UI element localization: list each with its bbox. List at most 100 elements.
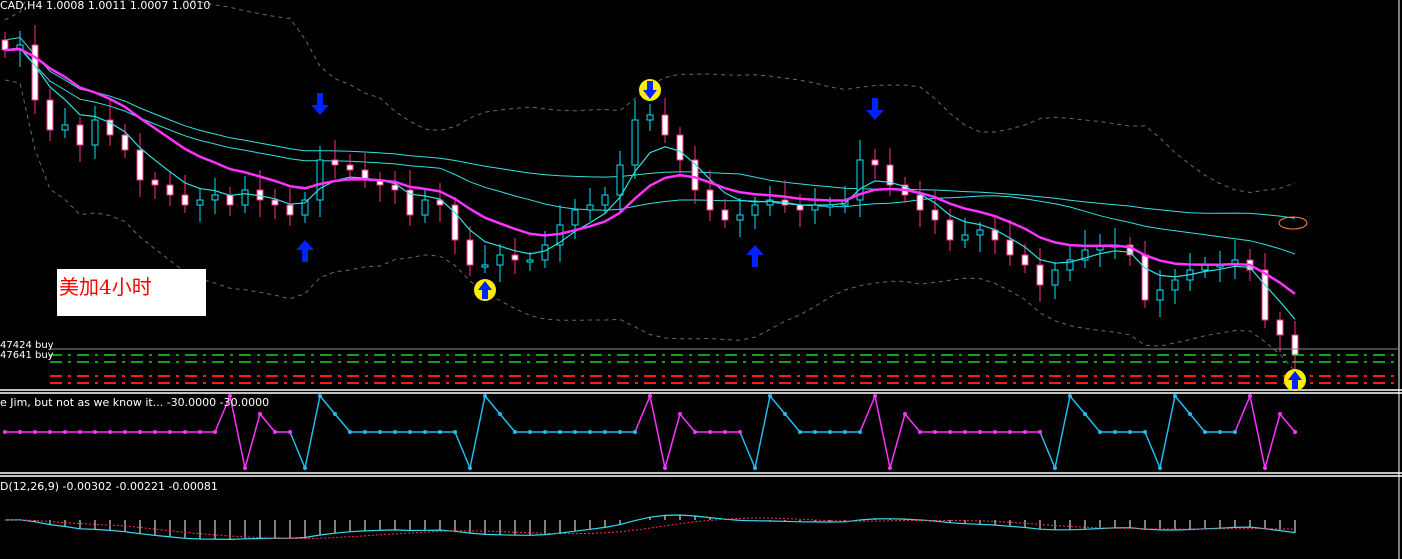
jim-point: [63, 430, 67, 434]
jim-point: [903, 412, 907, 416]
annotation-box: 美加4小时: [57, 269, 206, 316]
jim-point: [18, 430, 22, 434]
jim-point: [633, 430, 637, 434]
jim-point: [108, 430, 112, 434]
jim-segment: [1174, 395, 1191, 415]
candle-body: [796, 204, 804, 211]
jim-segment: [784, 413, 801, 433]
jim-point: [693, 430, 697, 434]
candle-body: [961, 234, 969, 241]
jim-point: [1293, 430, 1297, 434]
jim-segment: [739, 431, 756, 469]
jim-segment: [1054, 395, 1071, 469]
candle-body: [511, 254, 519, 261]
arrow-up-icon: [296, 240, 314, 262]
candle-body: [136, 149, 144, 181]
candle-body: [31, 44, 39, 101]
jim-point: [558, 430, 562, 434]
price-chart: [0, 0, 1402, 559]
jim-segment: [649, 395, 666, 469]
candle-body: [526, 259, 534, 263]
candle-body: [271, 199, 279, 206]
candle-body: [196, 199, 204, 206]
jim-point: [453, 430, 457, 434]
jim-point: [708, 430, 712, 434]
jim-point: [243, 466, 247, 470]
jim-segment: [1279, 413, 1296, 433]
candle-body: [121, 134, 129, 151]
jim-segment: [499, 413, 516, 433]
jim-point: [1173, 394, 1177, 398]
jim-point: [513, 430, 517, 434]
candle-body: [1021, 254, 1029, 266]
jim-segment: [1144, 431, 1161, 469]
jim-segment: [904, 413, 921, 433]
jim-point: [648, 394, 652, 398]
jim-segment: [319, 395, 336, 415]
jim-segment: [1189, 413, 1206, 433]
jim-point: [753, 466, 757, 470]
jim-segment: [1069, 395, 1086, 415]
candle-body: [1141, 254, 1149, 301]
jim-point: [1158, 466, 1162, 470]
jim-point: [1023, 430, 1027, 434]
jim-point: [303, 466, 307, 470]
candle-body: [91, 119, 99, 146]
jim-point: [543, 430, 547, 434]
candle-body: [541, 244, 549, 261]
jim-point: [1143, 430, 1147, 434]
candle-body: [661, 114, 669, 136]
jim-segment: [1264, 413, 1281, 469]
jim-point: [408, 430, 412, 434]
jim-point: [348, 430, 352, 434]
jim-point: [618, 430, 622, 434]
jim-point: [33, 430, 37, 434]
candle-body: [1291, 334, 1299, 356]
jim-point: [318, 394, 322, 398]
candle-body: [916, 194, 924, 211]
jim-point: [423, 430, 427, 434]
candle-body: [166, 184, 174, 196]
jim-point: [588, 430, 592, 434]
jim-point: [1278, 412, 1282, 416]
jim-point: [1038, 430, 1042, 434]
ma-30-line: [4, 46, 1296, 255]
jim-point: [1053, 466, 1057, 470]
jim-point: [468, 466, 472, 470]
candle-body: [316, 159, 324, 201]
jim-segment: [1234, 395, 1251, 433]
candle-body: [946, 219, 954, 241]
candle-body: [571, 209, 579, 226]
candle-body: [1261, 269, 1269, 321]
jim-point: [1263, 466, 1267, 470]
jim-point: [678, 412, 682, 416]
order-label-2[interactable]: 47641 buy: [0, 350, 54, 362]
jim-point: [813, 430, 817, 434]
candle-body: [976, 229, 984, 236]
candle-body: [646, 114, 654, 121]
candle-body: [466, 239, 474, 266]
annotation-text: 美加4小时: [59, 275, 152, 299]
jim-segment: [1039, 431, 1056, 469]
indicator-title: e Jim, but not as we know it... -30.0000…: [0, 396, 270, 409]
jim-segment: [1249, 395, 1266, 469]
candle-body: [1276, 319, 1284, 336]
candle-body: [631, 119, 639, 166]
target-ellipse: [1278, 216, 1308, 230]
jim-segment: [769, 395, 786, 415]
jim-point: [873, 394, 877, 398]
candle-body: [481, 264, 489, 268]
jim-point: [213, 430, 217, 434]
jim-point: [798, 430, 802, 434]
jim-point: [378, 430, 382, 434]
jim-point: [993, 430, 997, 434]
jim-point: [783, 412, 787, 416]
arrow-up-icon: [746, 245, 764, 267]
jim-point: [1248, 394, 1252, 398]
candle-body: [1036, 264, 1044, 286]
jim-point: [1098, 430, 1102, 434]
jim-point: [963, 430, 967, 434]
jim-point: [1008, 430, 1012, 434]
jim-point: [198, 430, 202, 434]
jim-point: [93, 430, 97, 434]
